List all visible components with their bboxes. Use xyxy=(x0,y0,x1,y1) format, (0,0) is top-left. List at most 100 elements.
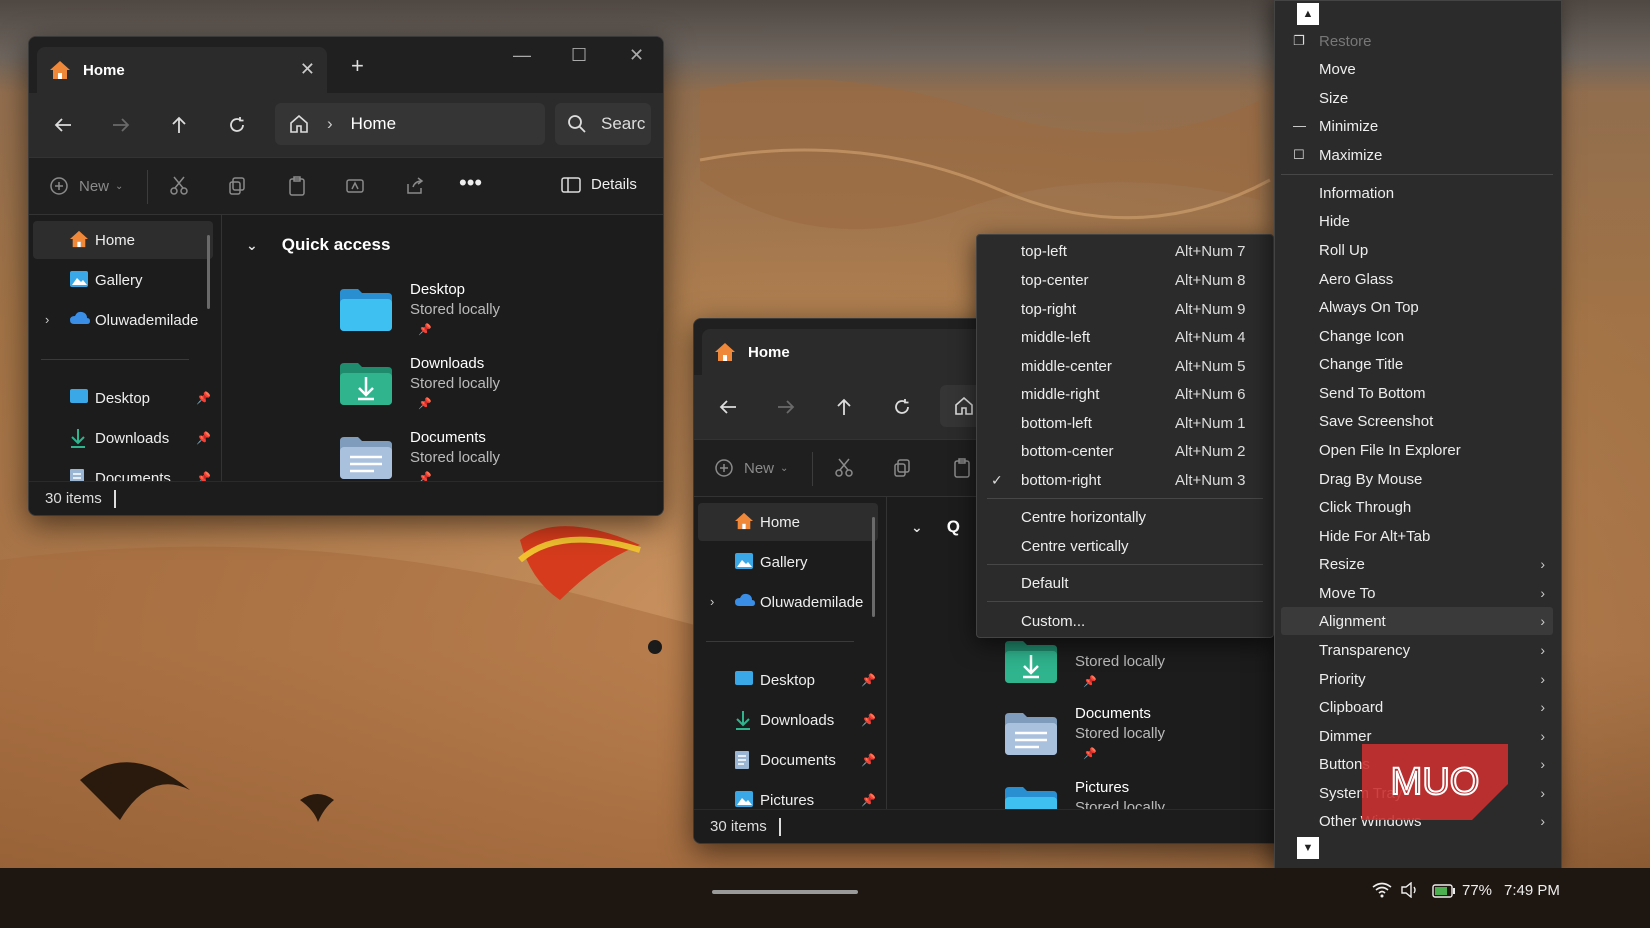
pin-icon[interactable]: 📌 xyxy=(861,673,876,687)
menu-item-middle-right[interactable]: middle-right Alt+Num 6 xyxy=(977,380,1273,408)
menu-item-bottom-right[interactable]: ✓ bottom-right Alt+Num 3 xyxy=(977,466,1273,494)
paste-icon[interactable] xyxy=(287,176,307,196)
menu-item-hide-for-alt-tab[interactable]: Hide For Alt+Tab xyxy=(1281,522,1553,550)
volume-icon[interactable] xyxy=(1400,882,1420,898)
title-bar[interactable]: Home ✕ + — ☐ ✕ xyxy=(29,37,663,93)
menu-item-change-icon[interactable]: Change Icon xyxy=(1281,322,1553,350)
menu-item-bottom-left[interactable]: bottom-left Alt+Num 1 xyxy=(977,409,1273,437)
minimize-button[interactable]: — xyxy=(513,45,531,66)
nav-item-home[interactable]: Home xyxy=(698,503,878,541)
menu-item-move-to[interactable]: Move To › xyxy=(1281,579,1553,607)
menu-item-save-screenshot[interactable]: Save Screenshot xyxy=(1281,407,1553,435)
nav-item-desktop[interactable]: Desktop 📌 xyxy=(33,379,213,417)
quick-access-header[interactable]: ⌄ Quick access xyxy=(246,235,390,255)
tab-home[interactable]: Home ✕ xyxy=(702,329,1002,375)
pin-icon[interactable]: 📌 xyxy=(861,793,876,807)
taskbar-handle[interactable] xyxy=(712,890,858,894)
menu-item-alignment[interactable]: Alignment › xyxy=(1281,607,1553,635)
pin-icon[interactable]: 📌 xyxy=(196,431,211,445)
menu-item-top-right[interactable]: top-right Alt+Num 9 xyxy=(977,295,1273,323)
menu-item-move[interactable]: Move xyxy=(1281,55,1553,83)
menu-item-resize[interactable]: Resize › xyxy=(1281,550,1553,578)
tab-home[interactable]: Home ✕ xyxy=(37,47,327,93)
menu-item-centre-horizontally[interactable]: Centre horizontally xyxy=(977,503,1273,531)
nav-item-onedrive[interactable]: › Oluwademilade xyxy=(698,583,878,621)
menu-item-priority[interactable]: Priority › xyxy=(1281,665,1553,693)
nav-item-desktop[interactable]: Desktop 📌 xyxy=(698,661,878,699)
menu-item-custom[interactable]: Custom... xyxy=(977,607,1273,635)
menu-item-middle-left[interactable]: middle-left Alt+Num 4 xyxy=(977,323,1273,351)
forward-button[interactable] xyxy=(107,111,135,139)
details-button[interactable]: Details xyxy=(561,176,637,193)
menu-item-aero-glass[interactable]: Aero Glass xyxy=(1281,265,1553,293)
pin-icon[interactable]: 📌 xyxy=(861,713,876,727)
nav-item-gallery[interactable]: Gallery xyxy=(33,261,213,299)
more-options-icon[interactable]: ••• xyxy=(459,170,482,196)
refresh-button[interactable] xyxy=(223,111,251,139)
refresh-button[interactable] xyxy=(888,393,916,421)
menu-item-roll-up[interactable]: Roll Up xyxy=(1281,236,1553,264)
rename-icon[interactable] xyxy=(345,176,365,196)
menu-item-information[interactable]: Information xyxy=(1281,179,1553,207)
new-button[interactable]: New ⌄ xyxy=(714,458,788,478)
menu-item-size[interactable]: Size xyxy=(1281,84,1553,112)
maximize-button[interactable]: ☐ xyxy=(571,45,587,66)
copy-icon[interactable] xyxy=(227,176,247,196)
nav-item-home[interactable]: Home xyxy=(33,221,213,259)
up-button[interactable] xyxy=(830,393,858,421)
copy-icon[interactable] xyxy=(892,458,912,478)
paste-icon[interactable] xyxy=(952,458,972,478)
close-button[interactable]: ✕ xyxy=(629,45,644,66)
back-button[interactable] xyxy=(714,393,742,421)
menu-item-maximize[interactable]: ☐ Maximize xyxy=(1281,141,1553,169)
clock[interactable]: 7:49 PM xyxy=(1504,882,1560,899)
wifi-icon[interactable] xyxy=(1372,882,1392,898)
menu-item-top-left[interactable]: top-left Alt+Num 7 xyxy=(977,237,1273,265)
menu-item-click-through[interactable]: Click Through xyxy=(1281,493,1553,521)
menu-item-transparency[interactable]: Transparency › xyxy=(1281,636,1553,664)
nav-item-downloads[interactable]: Downloads 📌 xyxy=(698,701,878,739)
up-button[interactable] xyxy=(165,111,193,139)
menu-item-bottom-center[interactable]: bottom-center Alt+Num 2 xyxy=(977,437,1273,465)
menu-item-default[interactable]: Default xyxy=(977,569,1273,597)
chevron-right-icon[interactable]: › xyxy=(45,312,49,327)
close-tab-icon[interactable]: ✕ xyxy=(300,59,315,80)
cut-icon[interactable] xyxy=(834,458,854,478)
menu-item-minimize[interactable]: — Minimize xyxy=(1281,112,1553,140)
nav-item-downloads[interactable]: Downloads 📌 xyxy=(33,419,213,457)
menu-item-always-on-top[interactable]: Always On Top xyxy=(1281,293,1553,321)
nav-scrollbar[interactable] xyxy=(207,235,210,309)
nav-item-documents[interactable]: Documents 📌 xyxy=(698,741,878,779)
share-icon[interactable] xyxy=(405,176,425,196)
search-box[interactable]: Searc xyxy=(555,103,651,145)
menu-item-clipboard[interactable]: Clipboard › xyxy=(1281,693,1553,721)
scroll-up-button[interactable]: ▲ xyxy=(1297,3,1319,25)
forward-button[interactable] xyxy=(772,393,800,421)
nav-item-onedrive[interactable]: › Oluwademilade xyxy=(33,301,213,339)
back-button[interactable] xyxy=(49,111,77,139)
home-icon xyxy=(50,61,70,79)
new-tab-button[interactable]: + xyxy=(351,53,364,79)
menu-item-top-center[interactable]: top-center Alt+Num 8 xyxy=(977,266,1273,294)
quick-access-header[interactable]: ⌄ Q xyxy=(911,517,960,537)
battery-indicator[interactable]: 77% xyxy=(1432,882,1492,899)
chevron-down-icon[interactable]: ⌄ xyxy=(911,519,923,536)
scroll-down-button[interactable]: ▼ xyxy=(1297,837,1319,859)
menu-item-middle-center[interactable]: middle-center Alt+Num 5 xyxy=(977,352,1273,380)
nav-item-gallery[interactable]: Gallery xyxy=(698,543,878,581)
menu-item-send-to-bottom[interactable]: Send To Bottom xyxy=(1281,379,1553,407)
menu-item-hide[interactable]: Hide xyxy=(1281,207,1553,235)
menu-item-change-title[interactable]: Change Title xyxy=(1281,350,1553,378)
chevron-right-icon[interactable]: › xyxy=(710,594,714,609)
menu-item-centre-vertically[interactable]: Centre vertically xyxy=(977,532,1273,560)
menu-item-drag-by-mouse[interactable]: Drag By Mouse xyxy=(1281,465,1553,493)
menu-item-open-file-in-explorer[interactable]: Open File In Explorer xyxy=(1281,436,1553,464)
new-button[interactable]: New ⌄ xyxy=(49,176,123,196)
pin-icon[interactable]: 📌 xyxy=(196,391,211,405)
nav-scrollbar[interactable] xyxy=(872,517,875,617)
address-bar[interactable]: › Home xyxy=(275,103,545,145)
cut-icon[interactable] xyxy=(169,176,189,196)
chevron-down-icon[interactable]: ⌄ xyxy=(246,237,258,254)
pin-icon[interactable]: 📌 xyxy=(861,753,876,767)
menu-item-restore[interactable]: ❐ Restore xyxy=(1281,27,1553,55)
